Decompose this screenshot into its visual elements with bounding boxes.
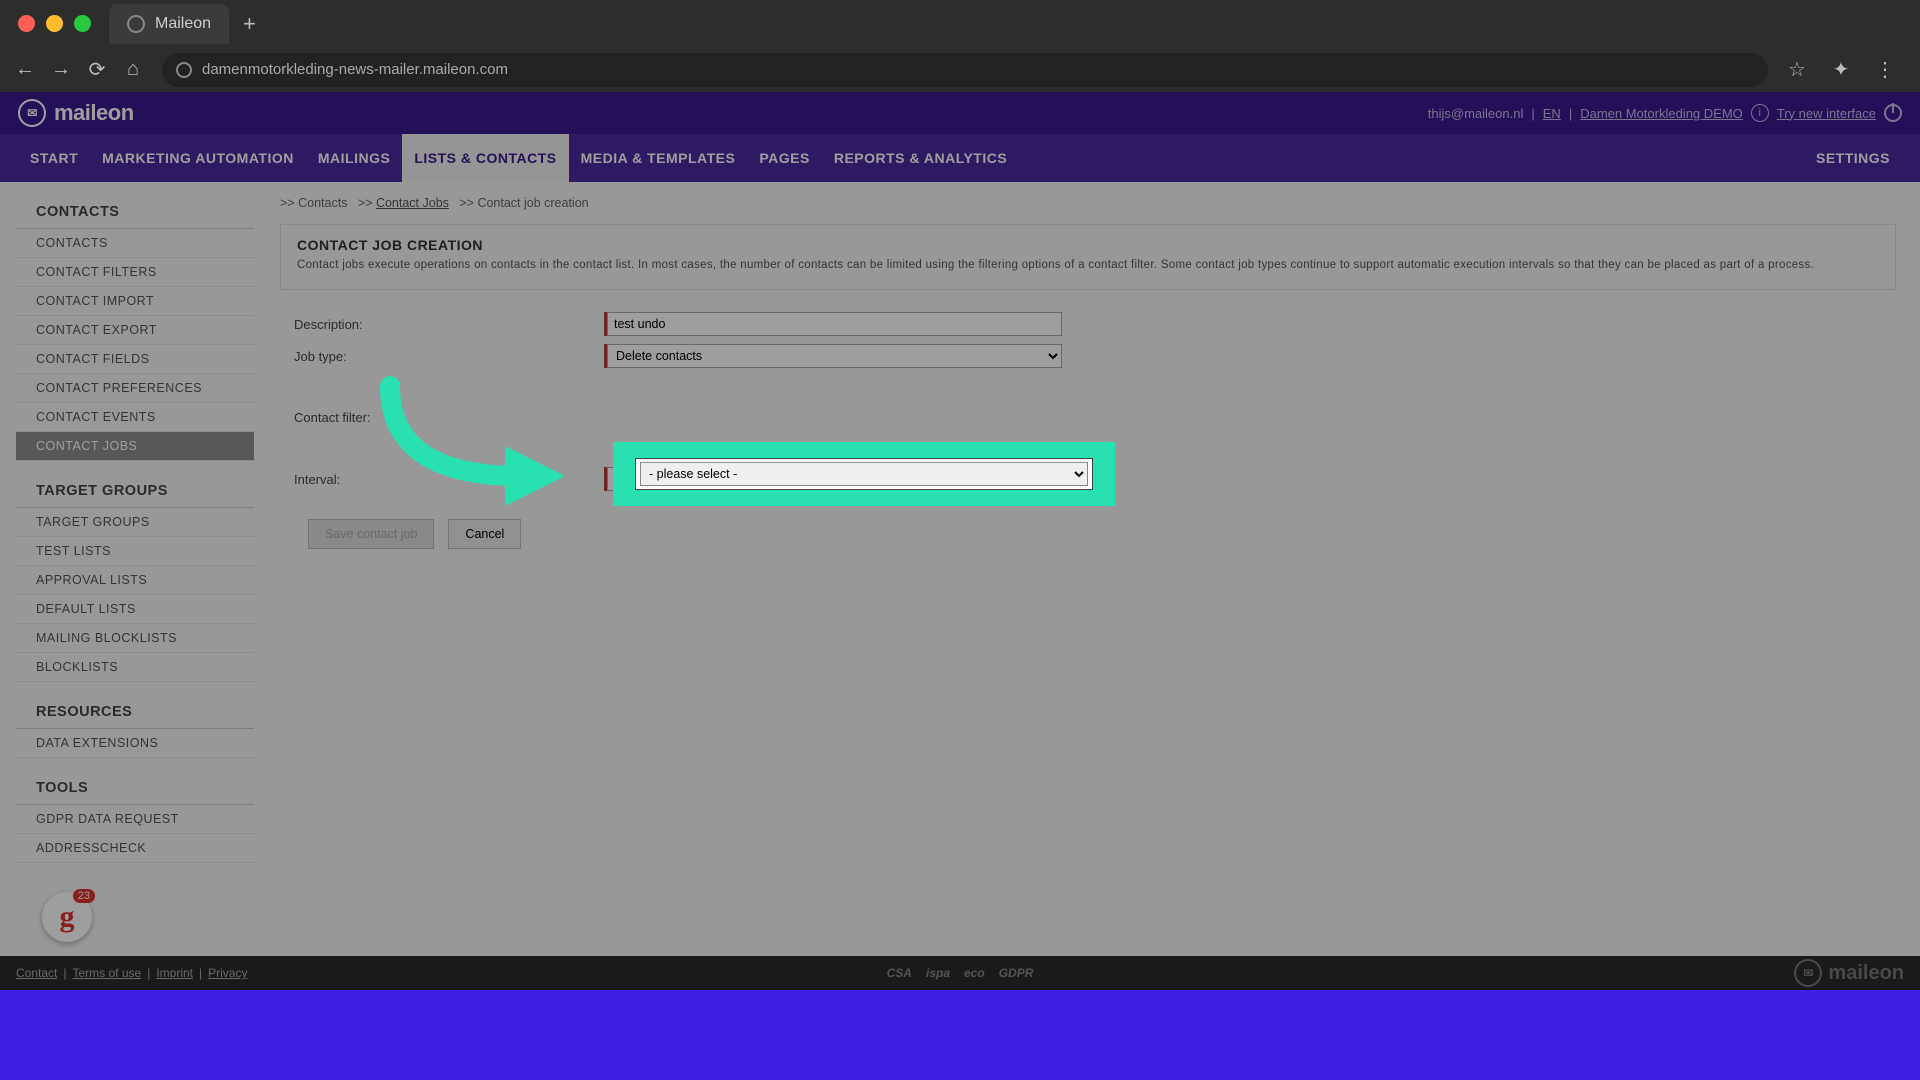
partner-gdpr: GDPR [999,966,1034,980]
browser-titlebar: Maileon + [0,0,1920,47]
logo-mark-icon: ✉ [18,99,46,127]
nav-pages[interactable]: PAGES [747,134,821,182]
description-input[interactable] [607,312,1062,336]
menu-icon[interactable]: ⋮ [1870,55,1900,85]
app-header: ✉ maileon thijs@maileon.nl | EN | Damen … [0,92,1920,134]
filter-label: Contact filter: [294,410,604,425]
breadcrumb: >> Contacts >> Contact Jobs >> Contact j… [280,196,1896,210]
forward-button[interactable]: → [46,55,76,85]
sidebar-item-contact-import[interactable]: CONTACT IMPORT [16,287,254,316]
sidebar-item-default-lists[interactable]: DEFAULT LISTS [16,595,254,624]
sidebar-target-header: TARGET GROUPS [16,475,254,508]
user-email: thijs@maileon.nl [1428,106,1524,121]
sidebar-item-target-groups[interactable]: TARGET GROUPS [16,508,254,537]
partner-csa: CSA [887,966,912,980]
nav-settings[interactable]: SETTINGS [1804,134,1902,182]
nav-start[interactable]: START [18,134,90,182]
panel-header: CONTACT JOB CREATION Contact jobs execut… [280,224,1896,290]
sidebar-item-contact-fields[interactable]: CONTACT FIELDS [16,345,254,374]
browser-addressbar: ← → ⟳ ⌂ damenmotorkleding-news-mailer.ma… [0,47,1920,92]
breadcrumb-current: Contact job creation [477,196,588,210]
new-tab-button[interactable]: + [243,11,256,37]
globe-icon [127,15,145,33]
sidebar-item-data-extensions[interactable]: DATA EXTENSIONS [16,729,254,758]
highlight-annotation: - please select - [615,444,1113,504]
tab-title: Maileon [155,15,211,33]
sidebar-item-test-lists[interactable]: TEST LISTS [16,537,254,566]
account-link[interactable]: Damen Motorkleding DEMO [1580,106,1743,121]
nav-reports-analytics[interactable]: REPORTS & ANALYTICS [822,134,1019,182]
panel-desc: Contact jobs execute operations on conta… [297,259,1879,271]
browser-tab[interactable]: Maileon [109,4,229,44]
bubble-badge: 23 [73,889,95,903]
panel-title: CONTACT JOB CREATION [297,237,1879,253]
sidebar-item-contact-events[interactable]: CONTACT EVENTS [16,403,254,432]
help-bubble[interactable]: g 23 [42,892,92,942]
breadcrumb-contact-jobs[interactable]: Contact Jobs [376,196,449,210]
jobtype-select[interactable]: Delete contacts [607,344,1062,368]
sidebar-item-contact-export[interactable]: CONTACT EXPORT [16,316,254,345]
partner-ispa: ispa [926,966,950,980]
home-button[interactable]: ⌂ [118,55,148,85]
footer: Contact | Terms of use | Imprint | Priva… [0,956,1920,990]
nav-media-templates[interactable]: MEDIA & TEMPLATES [569,134,748,182]
url-field[interactable]: damenmotorkleding-news-mailer.maileon.co… [162,53,1768,87]
app-logo[interactable]: ✉ maileon [18,99,134,127]
content: >> Contacts >> Contact Jobs >> Contact j… [270,182,1920,990]
sidebar-tools-header: TOOLS [16,772,254,805]
info-icon[interactable]: i [1751,104,1769,122]
sidebar-item-contact-preferences[interactable]: CONTACT PREFERENCES [16,374,254,403]
sidebar-item-contacts[interactable]: CONTACTS [16,229,254,258]
partner-eco: eco [964,966,985,980]
window-minimize[interactable] [46,15,63,32]
footer-contact[interactable]: Contact [16,966,57,980]
site-info-icon [176,62,192,78]
window-maximize[interactable] [74,15,91,32]
try-new-interface-link[interactable]: Try new interface [1777,106,1876,121]
jobtype-label: Job type: [294,349,604,364]
sidebar-item-contact-filters[interactable]: CONTACT FILTERS [16,258,254,287]
sidebar: CONTACTS CONTACTS CONTACT FILTERS CONTAC… [0,182,270,990]
back-button[interactable]: ← [10,55,40,85]
nav-lists-contacts[interactable]: LISTS & CONTACTS [402,134,568,182]
lang-link[interactable]: EN [1543,106,1561,121]
footer-imprint[interactable]: Imprint [156,966,193,980]
cancel-button[interactable]: Cancel [448,519,521,549]
reload-button[interactable]: ⟳ [82,55,112,85]
sidebar-item-gdpr-request[interactable]: GDPR DATA REQUEST [16,805,254,834]
contact-filter-select[interactable]: - please select - [640,462,1088,486]
nav-mailings[interactable]: MAILINGS [306,134,402,182]
sidebar-item-contact-jobs[interactable]: CONTACT JOBS [16,432,254,461]
extensions-icon[interactable]: ✦ [1826,55,1856,85]
breadcrumb-contacts[interactable]: Contacts [298,196,347,210]
bookmark-icon[interactable]: ☆ [1782,55,1812,85]
sidebar-item-mailing-blocklists[interactable]: MAILING BLOCKLISTS [16,624,254,653]
main-nav: START MARKETING AUTOMATION MAILINGS LIST… [0,134,1920,182]
nav-marketing-automation[interactable]: MARKETING AUTOMATION [90,134,306,182]
sidebar-item-approval-lists[interactable]: APPROVAL LISTS [16,566,254,595]
sidebar-item-blocklists[interactable]: BLOCKLISTS [16,653,254,682]
footer-terms[interactable]: Terms of use [72,966,141,980]
sidebar-resources-header: RESOURCES [16,696,254,729]
footer-privacy[interactable]: Privacy [208,966,247,980]
sidebar-item-addresscheck[interactable]: ADDRESSCHECK [16,834,254,863]
url-text: damenmotorkleding-news-mailer.maileon.co… [202,61,508,78]
footer-logo: ✉ maileon [1794,959,1904,987]
window-close[interactable] [18,15,35,32]
logout-icon[interactable] [1884,104,1902,122]
interval-label: Interval: [294,472,604,487]
description-label: Description: [294,317,604,332]
save-button[interactable]: Save contact job [308,519,434,549]
sidebar-contacts-header: CONTACTS [16,196,254,229]
logo-text: maileon [54,100,134,126]
bubble-letter: g [60,900,75,934]
